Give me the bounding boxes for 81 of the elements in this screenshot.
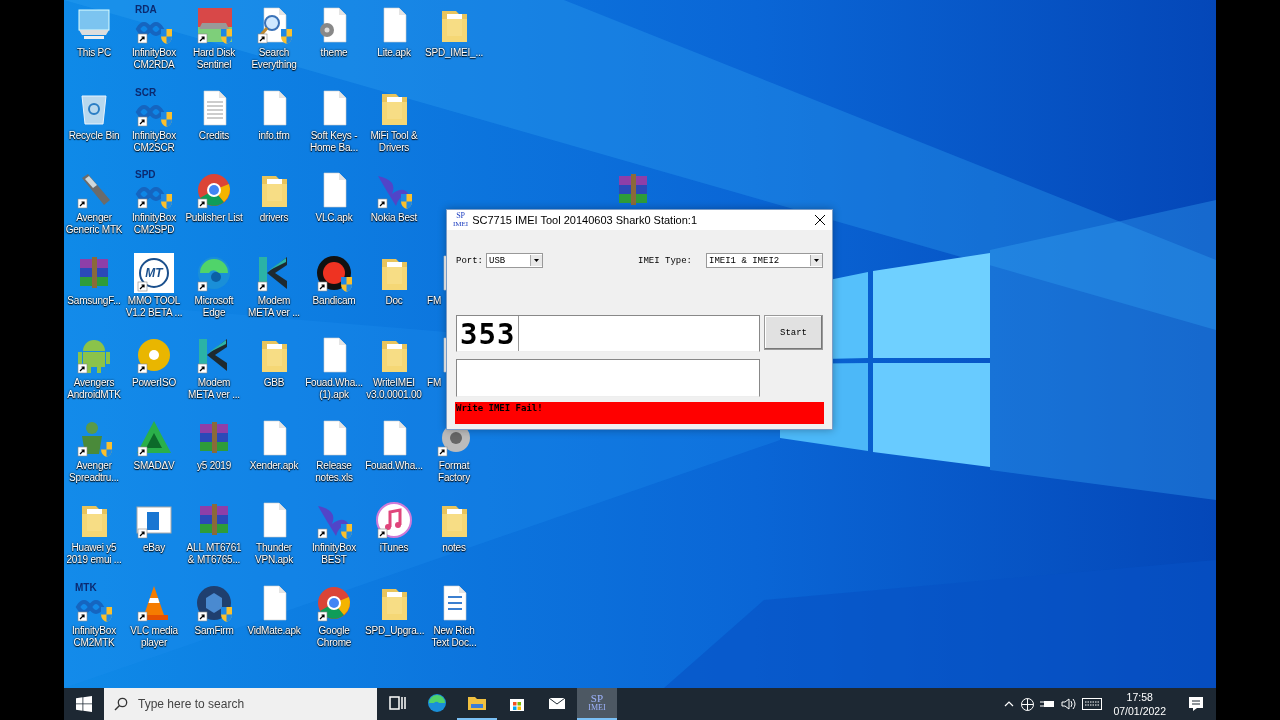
icon-label: Search Everything xyxy=(250,47,298,71)
icon-label: Xender.apk xyxy=(248,459,300,472)
icon-label: WriteIMEI v3.0.0001.00 xyxy=(365,377,423,401)
icon-label: Avenger Generic MTK xyxy=(65,212,123,236)
icon-label: SMADΔV xyxy=(132,459,176,472)
icon-label: VidMate.apk xyxy=(246,624,302,637)
magnifier-document-icon[interactable] xyxy=(254,5,294,45)
logo-text: SCR xyxy=(135,87,157,98)
imei-type-dropdown[interactable]: IMEI1 & IMEI2 xyxy=(706,253,823,268)
icon-label: VLC.apk xyxy=(314,212,354,224)
icon-label: FM xyxy=(427,294,442,307)
icon-label: InfinityBox CM2SCR xyxy=(131,129,177,154)
status-bar: Write IMEI Fail! xyxy=(455,402,824,424)
icon-label: Nokia Best xyxy=(369,212,419,224)
search-icon xyxy=(114,697,128,711)
icon-label: Soft Keys - Home Ba... xyxy=(309,129,359,154)
icon-label: notes xyxy=(441,542,467,554)
icon-label: Fouad.Wha... xyxy=(365,459,423,472)
icon-label: iTunes xyxy=(378,542,410,554)
output-field[interactable] xyxy=(456,359,760,397)
icon-label: Bandicam xyxy=(311,294,357,307)
icon-label: PowerISO xyxy=(131,377,177,389)
icon-label: InfinityBox CM2RDA xyxy=(131,47,177,71)
icon-label: Huawei y5 2019 emui ... xyxy=(65,542,123,566)
icon-label: Fouad.Wha... (1).apk xyxy=(305,377,363,401)
icon-label: Publisher List xyxy=(185,212,243,224)
icon-label: InfinityBox CM2SPD xyxy=(131,212,177,236)
imei-type-label: IMEI Type: xyxy=(638,255,692,266)
icon-label: info.tfm xyxy=(257,129,291,142)
search-field[interactable]: Type here to search xyxy=(104,688,377,720)
icon-label: y5 2019 xyxy=(195,459,233,472)
icon-label: GBB xyxy=(262,377,286,389)
icon-label: theme xyxy=(319,47,349,59)
icon-label: ALL MT6761 & MT6765... xyxy=(185,542,243,566)
icon-label: Lite.apk xyxy=(376,47,412,59)
notification-icon[interactable] xyxy=(1188,696,1204,712)
icon-label: Hard Disk Sentinel xyxy=(191,47,237,71)
hard-disk-icon[interactable] xyxy=(194,5,234,45)
icon-label: drivers xyxy=(258,212,290,224)
clock[interactable]: 17:58 07/01/2022 xyxy=(1107,690,1172,718)
icon-label: eBay xyxy=(142,542,166,554)
logo-text: RDA xyxy=(135,5,157,15)
port-label: Port: xyxy=(456,255,483,266)
close-icon[interactable] xyxy=(814,214,826,226)
keyboard-icon[interactable] xyxy=(1082,698,1103,710)
icon-label: SamFirm xyxy=(193,624,235,637)
window-title: SC7715 IMEI Tool 20140603 Shark0 Station:1 xyxy=(472,214,698,226)
battery-icon[interactable] xyxy=(1040,698,1057,710)
icon-label: Microsoft Edge xyxy=(193,294,235,319)
icon-label: Recycle Bin xyxy=(67,129,121,142)
icon-label: Modem META ver ... xyxy=(247,294,301,319)
icon-label: Doc xyxy=(384,294,404,307)
icon-label: Modem META ver ... xyxy=(187,377,241,401)
logo-text: SPD xyxy=(135,170,156,180)
speaker-icon[interactable] xyxy=(1061,697,1078,711)
icon-label: SPD_Upgra... xyxy=(365,624,423,637)
icon-label: Credits xyxy=(197,129,231,142)
icon-label: Avenger Spreadtru... xyxy=(68,459,120,484)
port-dropdown[interactable]: USB xyxy=(486,253,543,268)
icon-label: InfinityBox CM2MTK xyxy=(71,624,117,649)
taskbar-app-button[interactable]: SP IMEI xyxy=(577,688,617,720)
icon-label: Release notes.xls xyxy=(314,459,354,484)
icon-label: Google Chrome xyxy=(315,624,353,649)
icon-label: New Rich Text Doc... xyxy=(430,624,478,649)
icon-label: This PC xyxy=(75,47,113,59)
start-button[interactable]: Start xyxy=(764,315,823,350)
circle-logo-icon[interactable]: MT xyxy=(134,252,174,293)
icon-label: Format Factory xyxy=(437,459,471,484)
icon-label: InfinityBox BEST xyxy=(311,542,357,566)
music-note-icon[interactable] xyxy=(374,500,414,540)
globe-icon[interactable] xyxy=(1020,696,1036,712)
imei-field[interactable]: 353 xyxy=(456,315,760,352)
icon-label: Thunder VPN.apk xyxy=(253,542,295,566)
icon-label: FM xyxy=(427,377,442,389)
icon-label: SPD_IMEI_... xyxy=(425,47,483,59)
icon-label: VLC media player xyxy=(129,624,179,649)
icon-label: MMO TOOL V1.2 BETA ... xyxy=(125,294,183,319)
icon-label: Avengers AndroidMTK xyxy=(66,377,122,401)
logo-text: MTK xyxy=(75,582,97,593)
icon-label: MiFi Tool & Drivers xyxy=(369,129,419,154)
icon-label: SamsungF... xyxy=(66,294,122,307)
